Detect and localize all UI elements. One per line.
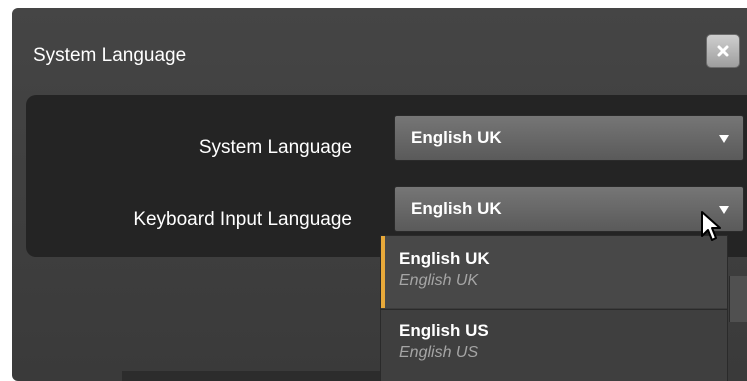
option-native-name: English UK (399, 272, 479, 289)
close-button[interactable] (706, 34, 740, 68)
keyboard-input-language-label: Keyboard Input Language (133, 209, 352, 230)
mouse-pointer-icon (700, 210, 726, 249)
settings-panel: System Language English UK Keyboard Inpu… (26, 95, 747, 257)
system-language-select[interactable]: English UK (394, 115, 744, 161)
chevron-down-icon (719, 135, 729, 143)
dialog-title: System Language (33, 45, 187, 66)
dropdown-option-english-uk[interactable]: English UK English UK (381, 236, 727, 308)
dropdown-option-english-us[interactable]: English US English US (381, 309, 727, 381)
option-label: English US (399, 321, 489, 340)
keyboard-input-language-select[interactable]: English UK (394, 186, 744, 232)
keyboard-language-dropdown-list: English UK English UK English US English… (380, 235, 728, 381)
system-language-value: English UK (411, 128, 502, 147)
close-icon (717, 45, 729, 57)
option-native-name: English US (399, 344, 479, 361)
keyboard-input-language-value: English UK (411, 199, 502, 218)
system-language-label: System Language (198, 137, 352, 158)
dialog-side-button[interactable] (729, 276, 747, 322)
option-label: English UK (399, 249, 490, 268)
